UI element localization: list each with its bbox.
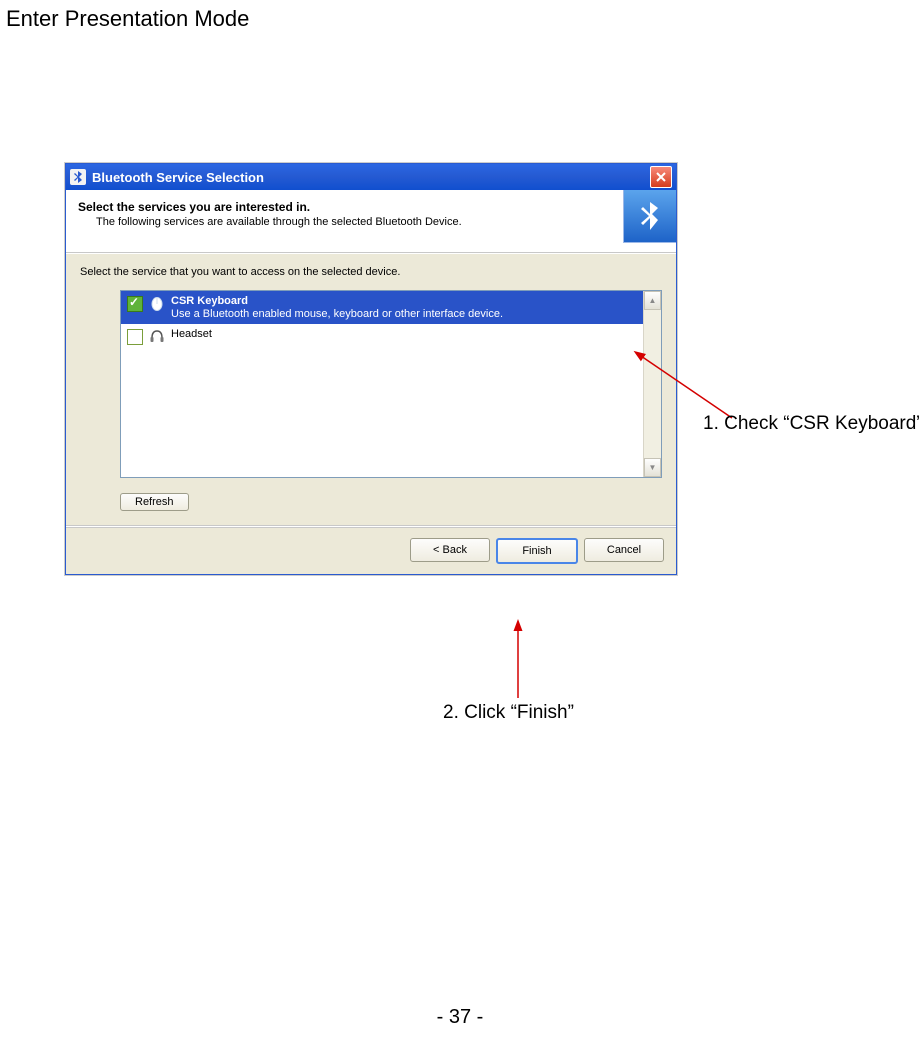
page-heading: Enter Presentation Mode [6, 6, 249, 32]
bluetooth-icon [70, 169, 86, 185]
dialog-footer: < Back Finish Cancel [66, 527, 676, 574]
refresh-button[interactable]: Refresh [120, 493, 189, 511]
service-item-csr-keyboard[interactable]: CSR Keyboard Use a Bluetooth enabled mou… [121, 291, 643, 324]
dialog-body: Select the services you are interested i… [66, 190, 676, 574]
content-panel: Select the service that you want to acce… [66, 254, 676, 525]
service-title: Headset [171, 328, 212, 340]
annotation-2: 2. Click “Finish” [443, 702, 574, 724]
annotation-1: 1. Check “CSR Keyboard” [703, 413, 920, 435]
header-sub-text: The following services are available thr… [96, 216, 664, 228]
service-desc: Use a Bluetooth enabled mouse, keyboard … [171, 308, 503, 320]
dialog-header: Select the services you are interested i… [66, 190, 676, 252]
scroll-up-icon[interactable]: ▲ [644, 291, 661, 310]
scroll-down-icon[interactable]: ▼ [644, 458, 661, 477]
service-listbox: CSR Keyboard Use a Bluetooth enabled mou… [120, 290, 662, 478]
mouse-icon [149, 295, 165, 311]
annotation-arrow-2 [506, 624, 536, 704]
back-button[interactable]: < Back [410, 538, 490, 562]
service-item-headset[interactable]: Headset [121, 324, 643, 349]
finish-button[interactable]: Finish [496, 538, 578, 564]
dialog-titlebar: Bluetooth Service Selection [66, 164, 676, 190]
prompt-text: Select the service that you want to acce… [80, 266, 662, 278]
headset-icon [149, 328, 165, 344]
checkbox-csr-keyboard[interactable] [127, 296, 143, 312]
service-title: CSR Keyboard [171, 295, 503, 307]
bluetooth-badge-icon [623, 190, 676, 243]
checkbox-headset[interactable] [127, 329, 143, 345]
service-list: CSR Keyboard Use a Bluetooth enabled mou… [121, 291, 643, 477]
dialog-title: Bluetooth Service Selection [92, 170, 650, 185]
page-number: - 37 - [0, 1006, 920, 1029]
close-button[interactable] [650, 166, 672, 188]
header-main-text: Select the services you are interested i… [78, 200, 664, 214]
cancel-button[interactable]: Cancel [584, 538, 664, 562]
bluetooth-dialog: Bluetooth Service Selection Select the s… [65, 163, 677, 575]
